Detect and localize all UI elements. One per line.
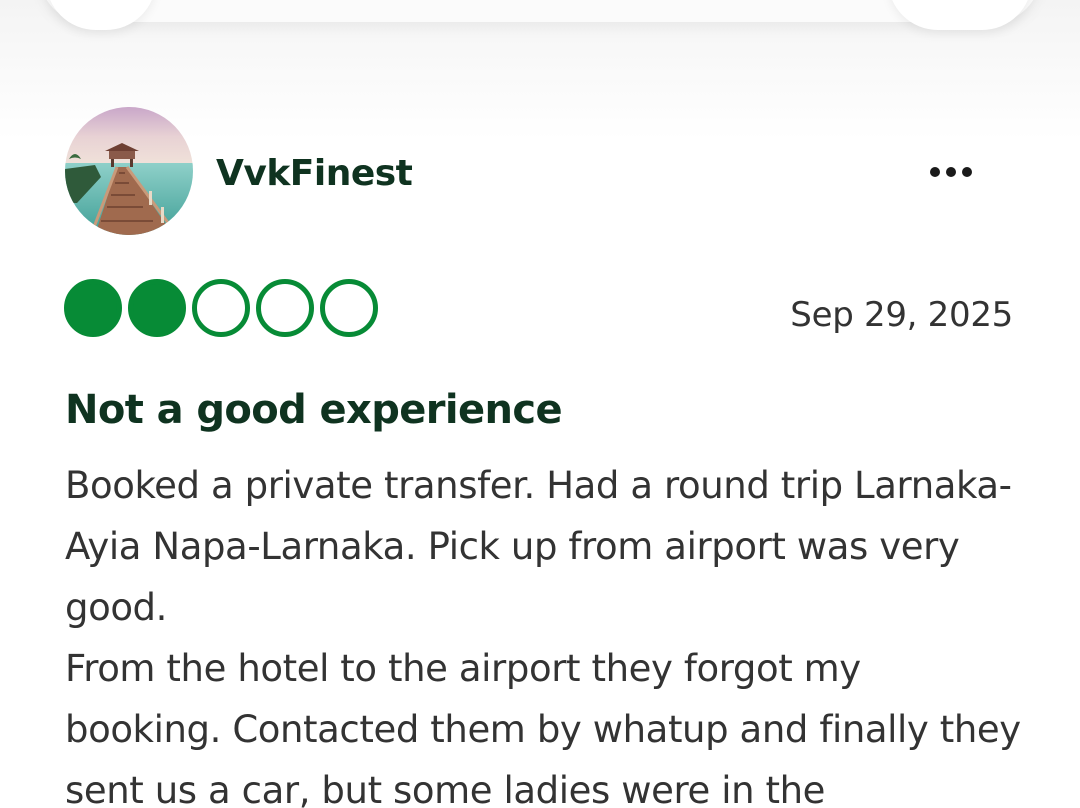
review-paragraph: Booked a private transfer. Had a round t… — [65, 464, 1012, 629]
more-options-icon-dot — [946, 167, 956, 177]
more-options-button[interactable] — [918, 148, 984, 196]
top-toolbar — [40, 0, 1040, 22]
more-options-icon-dot — [962, 167, 972, 177]
rating-bubble-filled — [128, 279, 186, 337]
review-paragraph: From the hotel to the airport they forgo… — [65, 647, 1021, 808]
reviewer-name[interactable]: VvkFinest — [216, 150, 413, 198]
review-body: Booked a private transfer. Had a round t… — [65, 455, 1025, 808]
rating-bubble-empty — [320, 279, 378, 337]
rating-bubble-empty — [192, 279, 250, 337]
avatar-photo-pier — [65, 107, 193, 235]
rating-bubbles — [64, 279, 378, 337]
review-title: Not a good experience — [65, 387, 563, 433]
rating-bubble-empty — [256, 279, 314, 337]
rating-bubble-filled — [64, 279, 122, 337]
review-date: Sep 29, 2025 — [790, 295, 1013, 335]
more-options-icon — [930, 167, 940, 177]
avatar[interactable] — [65, 107, 193, 235]
